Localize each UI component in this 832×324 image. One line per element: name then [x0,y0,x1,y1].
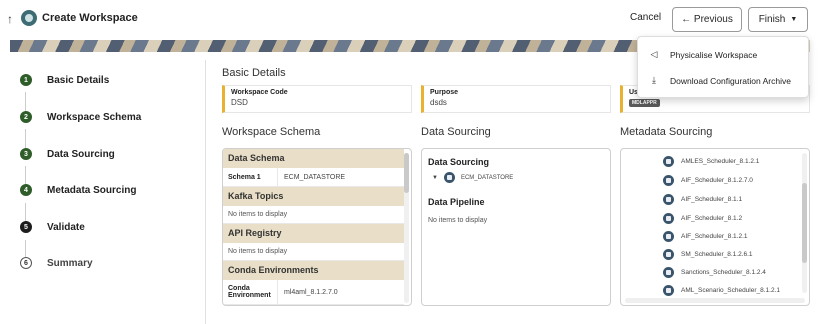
list-item-label: AIF_Scheduler_8.1.1 [681,196,743,203]
conda-row-label: Conda Environment [223,280,278,304]
database-icon [663,267,674,278]
step-workspace-schema[interactable]: 2 Workspace Schema [20,111,141,123]
page-title: Create Workspace [42,12,138,24]
list-item[interactable]: SM_Scheduler_8.1.2.6.1 [663,249,753,260]
tree-item-label: ECM_DATASTORE [460,174,514,181]
metadata-horizontal-scrollbar[interactable] [625,298,805,303]
previous-button[interactable]: ← Previous [672,7,742,32]
header-bar: ↑ Create Workspace Cancel ← Previous Fin… [0,0,832,38]
conda-row-value: ml4aml_8.1.2.7.0 [284,288,338,296]
step-number-icon: 5 [20,221,32,233]
step-number-icon: 1 [20,74,32,86]
workspace-schema-title: Workspace Schema [222,126,321,138]
metadata-sourcing-panel: AMLES_Scheduler_8.1.2.1 AIF_Scheduler_8.… [620,148,810,306]
step-number-icon: 6 [20,257,32,269]
api-empty-text: No items to display [223,243,404,261]
metadata-sourcing-title: Metadata Sourcing [620,126,713,138]
list-item-label: AIF_Scheduler_8.1.2.7.0 [681,177,753,184]
workspace-code-value: DSD [231,98,248,107]
database-icon [663,249,674,260]
tree-item[interactable]: ▼ ECM_DATASTORE [428,172,604,183]
step-metadata-sourcing[interactable]: 4 Metadata Sourcing [20,184,136,196]
workspace-code-label: Workspace Code [231,89,288,96]
schema-row-label: Schema 1 [223,168,278,186]
data-schema-heading: Data Schema [223,149,404,168]
database-icon [663,231,674,242]
database-icon [663,175,674,186]
steps-divider [205,60,206,324]
data-sourcing-panel: Data Sourcing ▼ ECM_DATASTORE Data Pipel… [421,148,611,306]
step-number-icon: 4 [20,184,32,196]
data-sourcing-title: Data Sourcing [421,126,491,138]
workspace-app-icon [21,10,37,26]
menu-item-download-archive[interactable]: ⤓ Download Configuration Archive [648,75,791,86]
list-item-label: Sanctions_Scheduler_8.1.2.4 [681,269,766,276]
workspace-code-card: Workspace Code DSD [222,85,412,113]
menu-item-physicalise[interactable]: ◁ Physicalise Workspace [648,49,758,60]
scrollbar-thumb[interactable] [802,183,807,263]
conda-environments-heading: Conda Environments [223,261,404,280]
list-item[interactable]: AIF_Scheduler_8.1.2 [663,213,742,224]
user-badge: MDLAPPR [629,99,660,107]
step-label: Metadata Sourcing [47,184,137,196]
list-item[interactable]: AIF_Scheduler_8.1.1 [663,194,742,205]
finish-button[interactable]: Finish ▼ [748,7,808,32]
cancel-button[interactable]: Cancel [630,12,661,23]
scrollbar-thumb[interactable] [404,153,409,193]
database-icon [443,172,455,183]
purpose-value: dsds [430,98,447,107]
caret-down-icon: ▼ [790,16,798,23]
purpose-card: Purpose dsds [421,85,611,113]
list-item[interactable]: AIF_Scheduler_8.1.2.1 [663,231,748,242]
finish-button-label: Finish [758,14,786,25]
previous-button-label: ← Previous [681,14,733,25]
data-pipeline-heading: Data Pipeline [428,197,485,207]
schema-scrollbar[interactable] [404,153,409,303]
basic-details-title: Basic Details [222,67,286,79]
api-registry-heading: API Registry [223,224,404,243]
menu-item-label: Download Configuration Archive [670,75,791,86]
pipeline-empty-text: No items to display [428,217,488,224]
list-item-label: AIF_Scheduler_8.1.2 [681,215,743,222]
finish-dropdown-menu: ◁ Physicalise Workspace ⤓ Download Confi… [637,36,809,98]
workspace-schema-panel: Data Schema Schema 1 ECM_DATASTORE Kafka… [222,148,412,306]
list-item[interactable]: Sanctions_Scheduler_8.1.2.4 [663,267,766,278]
list-item-label: AMLES_Scheduler_8.1.2.1 [681,158,760,165]
send-icon: ◁ [650,49,658,59]
step-validate[interactable]: 5 Validate [20,221,85,233]
download-icon: ⤓ [652,75,656,85]
list-item[interactable]: AML_Scenario_Scheduler_8.1.2.1 [663,285,780,296]
kafka-topics-heading: Kafka Topics [223,187,404,206]
list-item-label: AML_Scenario_Scheduler_8.1.2.1 [681,287,781,294]
data-sourcing-heading: Data Sourcing [428,157,490,167]
list-item[interactable]: AIF_Scheduler_8.1.2.7.0 [663,175,753,186]
step-label: Validate [47,221,85,233]
table-row: Conda Environment ml4aml_8.1.2.7.0 [223,280,404,305]
menu-item-label: Physicalise Workspace [670,49,758,60]
kafka-empty-text: No items to display [223,206,404,224]
step-summary[interactable]: 6 Summary [20,257,93,269]
caret-down-icon[interactable]: ▼ [432,175,438,181]
step-number-icon: 3 [20,148,32,160]
step-data-sourcing[interactable]: 3 Data Sourcing [20,148,115,160]
step-label: Data Sourcing [47,148,115,160]
step-label: Workspace Schema [47,111,142,123]
back-arrow-icon[interactable]: ↑ [7,12,13,26]
schema-row-value: ECM_DATASTORE [284,173,346,181]
database-icon [663,156,674,167]
database-icon [663,213,674,224]
step-number-icon: 2 [20,111,32,123]
database-icon [663,194,674,205]
metadata-scrollbar[interactable] [802,153,807,293]
list-item-label: SM_Scheduler_8.1.2.6.1 [681,251,753,258]
step-label: Summary [47,257,93,269]
list-item[interactable]: AMLES_Scheduler_8.1.2.1 [663,156,759,167]
step-label: Basic Details [47,74,110,86]
database-icon [663,285,674,296]
step-basic-details[interactable]: 1 Basic Details [20,74,109,86]
list-item-label: AIF_Scheduler_8.1.2.1 [681,233,748,240]
table-row: Schema 1 ECM_DATASTORE [223,168,404,187]
purpose-label: Purpose [430,89,459,96]
